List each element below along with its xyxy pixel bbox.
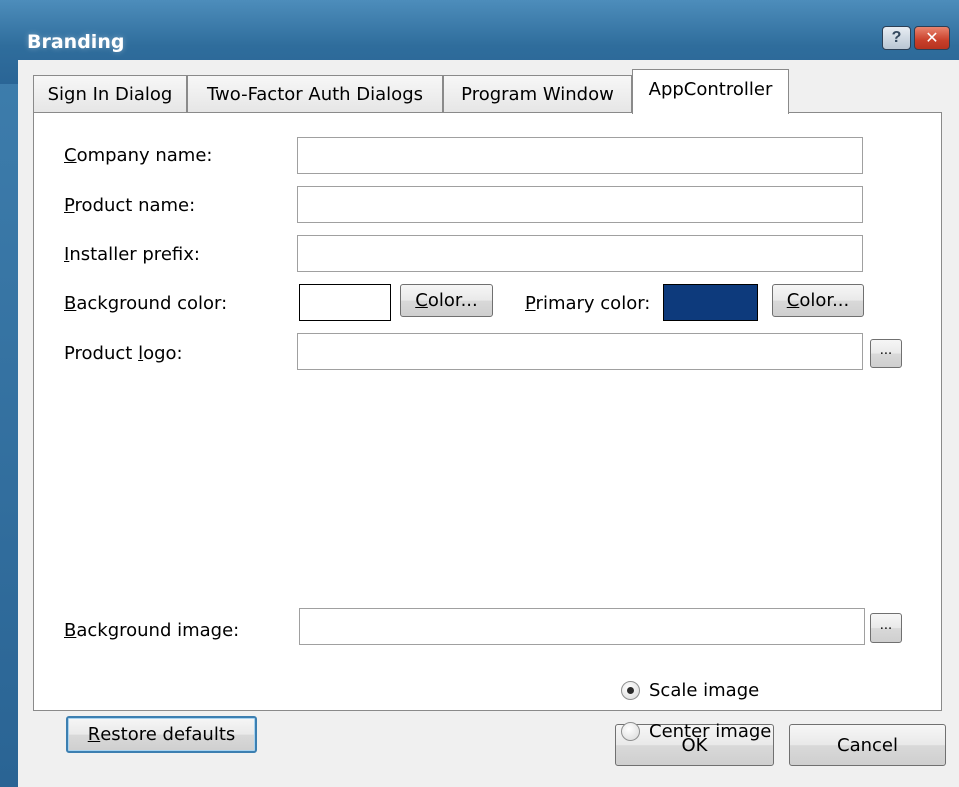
scale-image-radio[interactable]: Scale image — [621, 680, 759, 701]
company-name-label: Company name: — [64, 145, 213, 166]
branding-dialog: Branding ? ✕ Sign In Dialog Two-Factor A… — [0, 0, 959, 787]
close-button[interactable]: ✕ — [914, 26, 950, 50]
background-image-browse-button[interactable]: ... — [870, 613, 902, 643]
primary-color-label: Primary color: — [525, 293, 651, 314]
scale-image-label: Scale image — [649, 680, 760, 701]
primary-color-swatch — [663, 284, 758, 321]
installer-prefix-input[interactable] — [297, 235, 863, 272]
restore-defaults-button[interactable]: Restore defaults — [66, 716, 257, 753]
tab-sign-in-dialog[interactable]: Sign In Dialog — [33, 75, 187, 112]
window-title: Branding — [27, 31, 125, 53]
product-logo-label: Product logo: — [64, 343, 183, 364]
product-logo-input[interactable] — [297, 333, 863, 370]
tab-label: Sign In Dialog — [47, 83, 173, 105]
background-color-label: Background color: — [64, 293, 228, 314]
tab-label: Two-Factor Auth Dialogs — [206, 83, 424, 105]
radio-unchecked-icon — [621, 722, 640, 741]
product-name-label: Product name: — [64, 195, 196, 216]
tab-label: Program Window — [461, 83, 614, 105]
primary-color-button[interactable]: Color... — [772, 284, 864, 317]
cancel-button[interactable]: Cancel — [789, 724, 946, 766]
installer-prefix-label: Installer prefix: — [64, 244, 200, 265]
product-logo-browse-button[interactable]: ... — [870, 339, 902, 368]
close-icon: ✕ — [925, 30, 939, 47]
center-image-radio[interactable]: Center image — [621, 721, 771, 742]
background-image-label: Background image: — [64, 620, 240, 641]
company-name-input[interactable] — [297, 137, 863, 174]
radio-checked-icon — [621, 681, 640, 700]
center-image-label: Center image — [649, 721, 772, 742]
dialog-client-area: Sign In Dialog Two-Factor Auth Dialogs P… — [18, 60, 959, 787]
product-name-input[interactable] — [297, 186, 863, 223]
help-button[interactable]: ? — [882, 26, 911, 50]
tab-appcontroller[interactable]: AppController — [632, 69, 789, 114]
help-icon: ? — [891, 29, 902, 46]
background-color-swatch — [299, 284, 391, 321]
tab-two-factor-auth-dialogs[interactable]: Two-Factor Auth Dialogs — [187, 75, 443, 112]
tab-label: AppController — [648, 79, 773, 100]
tab-program-window[interactable]: Program Window — [443, 75, 632, 112]
background-color-button[interactable]: Color... — [400, 284, 493, 317]
appcontroller-panel: Company name: Product name: Installer pr… — [33, 112, 942, 753]
background-image-input[interactable] — [299, 608, 865, 645]
